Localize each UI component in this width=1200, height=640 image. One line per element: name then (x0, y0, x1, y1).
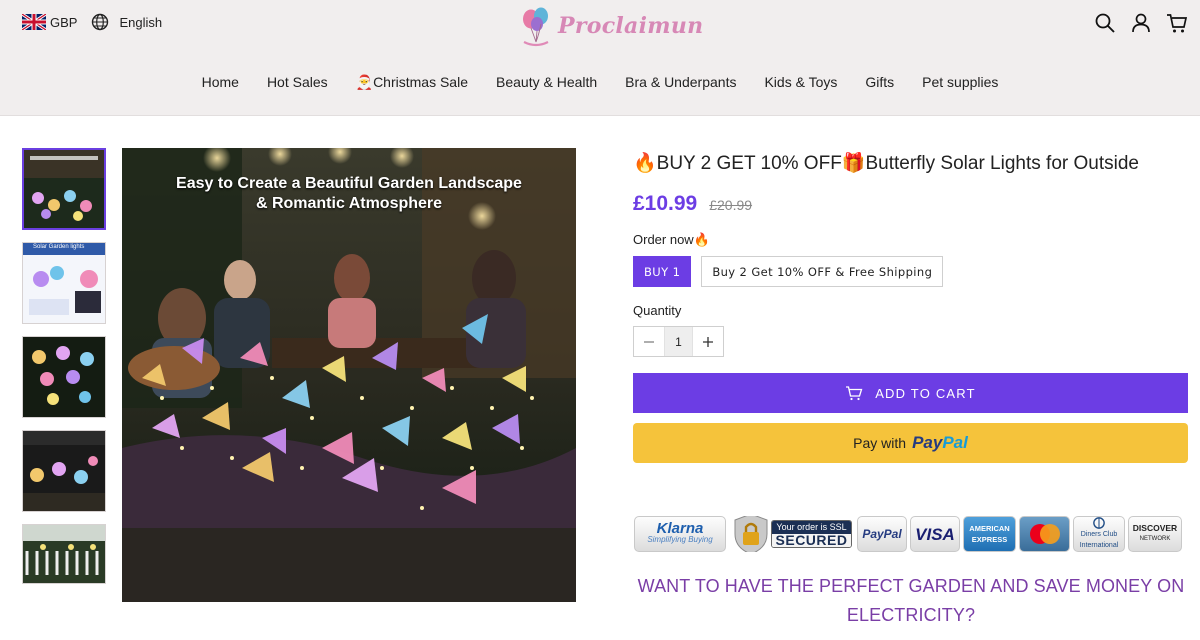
uk-flag-icon[interactable] (21, 12, 47, 32)
search-icon[interactable] (1094, 12, 1116, 34)
nav-item-christmas-sale[interactable]: 🎅Christmas Sale (356, 74, 468, 91)
price-block: £10.99 £20.99 (633, 192, 1188, 216)
main-navigation: Home Hot Sales 🎅Christmas Sale Beauty & … (0, 74, 1200, 91)
nav-item-pet-supplies[interactable]: Pet supplies (922, 74, 998, 91)
add-to-cart-button[interactable]: ADD TO CART (633, 373, 1188, 413)
currency-selector[interactable]: GBP (50, 15, 77, 30)
paypal-logo: PayPal (912, 433, 968, 452)
thumbnail-2-caption: Solar Garden lights (33, 244, 85, 250)
discover-badge: DISCOVER NETWORK (1128, 516, 1182, 552)
site-header: GBP English Proclaimun Home Hot Sales 🎅C… (0, 0, 1200, 116)
locale-selectors: GBP English (21, 12, 162, 32)
product-title: 🔥BUY 2 GET 10% OFF🎁Butterfly Solar Light… (633, 153, 1139, 174)
quantity-input[interactable]: 1 (664, 327, 693, 356)
variant-selector: BUY 1 Buy 2 Get 10% OFF & Free Shipping (633, 256, 1188, 287)
language-selector[interactable]: English (119, 15, 162, 30)
paypal-checkout-button[interactable]: Pay with PayPal (633, 423, 1188, 463)
plus-icon (703, 336, 713, 347)
account-icon[interactable] (1130, 12, 1152, 34)
thumbnail-2[interactable]: Solar Garden lights (22, 242, 106, 324)
nav-item-home[interactable]: Home (202, 74, 239, 91)
mastercard-logo-icon (1029, 524, 1060, 544)
sale-price: £10.99 (633, 192, 698, 215)
site-logo[interactable]: Proclaimun (518, 4, 703, 48)
visa-badge: VISA (910, 516, 960, 552)
diners-club-badge: Diners Club International (1073, 516, 1125, 552)
quantity-decrease-button[interactable] (634, 327, 664, 356)
thumbnail-5[interactable] (22, 524, 106, 584)
nav-item-bra-underpants[interactable]: Bra & Underpants (625, 74, 736, 91)
diners-logo-icon (1093, 517, 1105, 529)
add-to-cart-label: ADD TO CART (875, 385, 976, 401)
ssl-secured-badge: Your order is SSL SECURED (729, 516, 854, 552)
klarna-badge: Klarna Simplifying Buying (634, 516, 726, 552)
product-info: 🔥BUY 2 GET 10% OFF🎁Butterfly Solar Light… (633, 148, 1188, 463)
promo-headline: WANT TO HAVE THE PERFECT GARDEN AND SAVE… (637, 576, 1185, 625)
main-image-caption: Easy to Create a Beautiful Garden Landsc… (176, 175, 522, 212)
compare-price: £20.99 (709, 197, 753, 213)
order-label: Order now🔥 (633, 232, 710, 247)
quantity-label: Quantity (633, 303, 682, 318)
nav-item-beauty-health[interactable]: Beauty & Health (496, 74, 597, 91)
amex-badge: AMERICAN EXPRESS (963, 516, 1016, 552)
paypal-badge: PayPal (857, 516, 907, 552)
payment-trust-badges: Klarna Simplifying Buying Your order is S… (634, 512, 1182, 556)
mastercard-badge (1019, 516, 1070, 552)
padlock-icon (734, 516, 768, 552)
thumbnail-3[interactable] (22, 336, 106, 418)
variant-buy-1[interactable]: BUY 1 (633, 256, 692, 287)
minus-icon (644, 340, 654, 343)
header-actions (1094, 12, 1188, 34)
thumbnail-list: Solar Garden lights (22, 148, 106, 596)
nav-item-gifts[interactable]: Gifts (865, 74, 894, 91)
nav-item-hot-sales[interactable]: Hot Sales (267, 74, 328, 91)
cart-icon[interactable] (1166, 12, 1188, 34)
garden-scene-illustration (122, 148, 576, 602)
globe-icon[interactable] (91, 13, 109, 31)
ssl-bottom-text: SECURED (771, 533, 852, 547)
nav-item-kids-toys[interactable]: Kids & Toys (764, 74, 837, 91)
cart-icon (846, 386, 863, 401)
quantity-stepper: 1 (633, 326, 724, 357)
variant-buy-2[interactable]: Buy 2 Get 10% OFF & Free Shipping (701, 256, 944, 287)
quantity-increase-button[interactable] (693, 327, 723, 356)
thumbnail-1[interactable] (22, 148, 106, 230)
thumbnail-4[interactable] (22, 430, 106, 512)
paypal-prefix: Pay with (853, 435, 907, 451)
logo-text: Proclaimun (558, 13, 704, 39)
balloon-logo-icon (523, 7, 549, 47)
main-product-image[interactable]: Easy to Create a Beautiful Garden Landsc… (122, 148, 576, 602)
